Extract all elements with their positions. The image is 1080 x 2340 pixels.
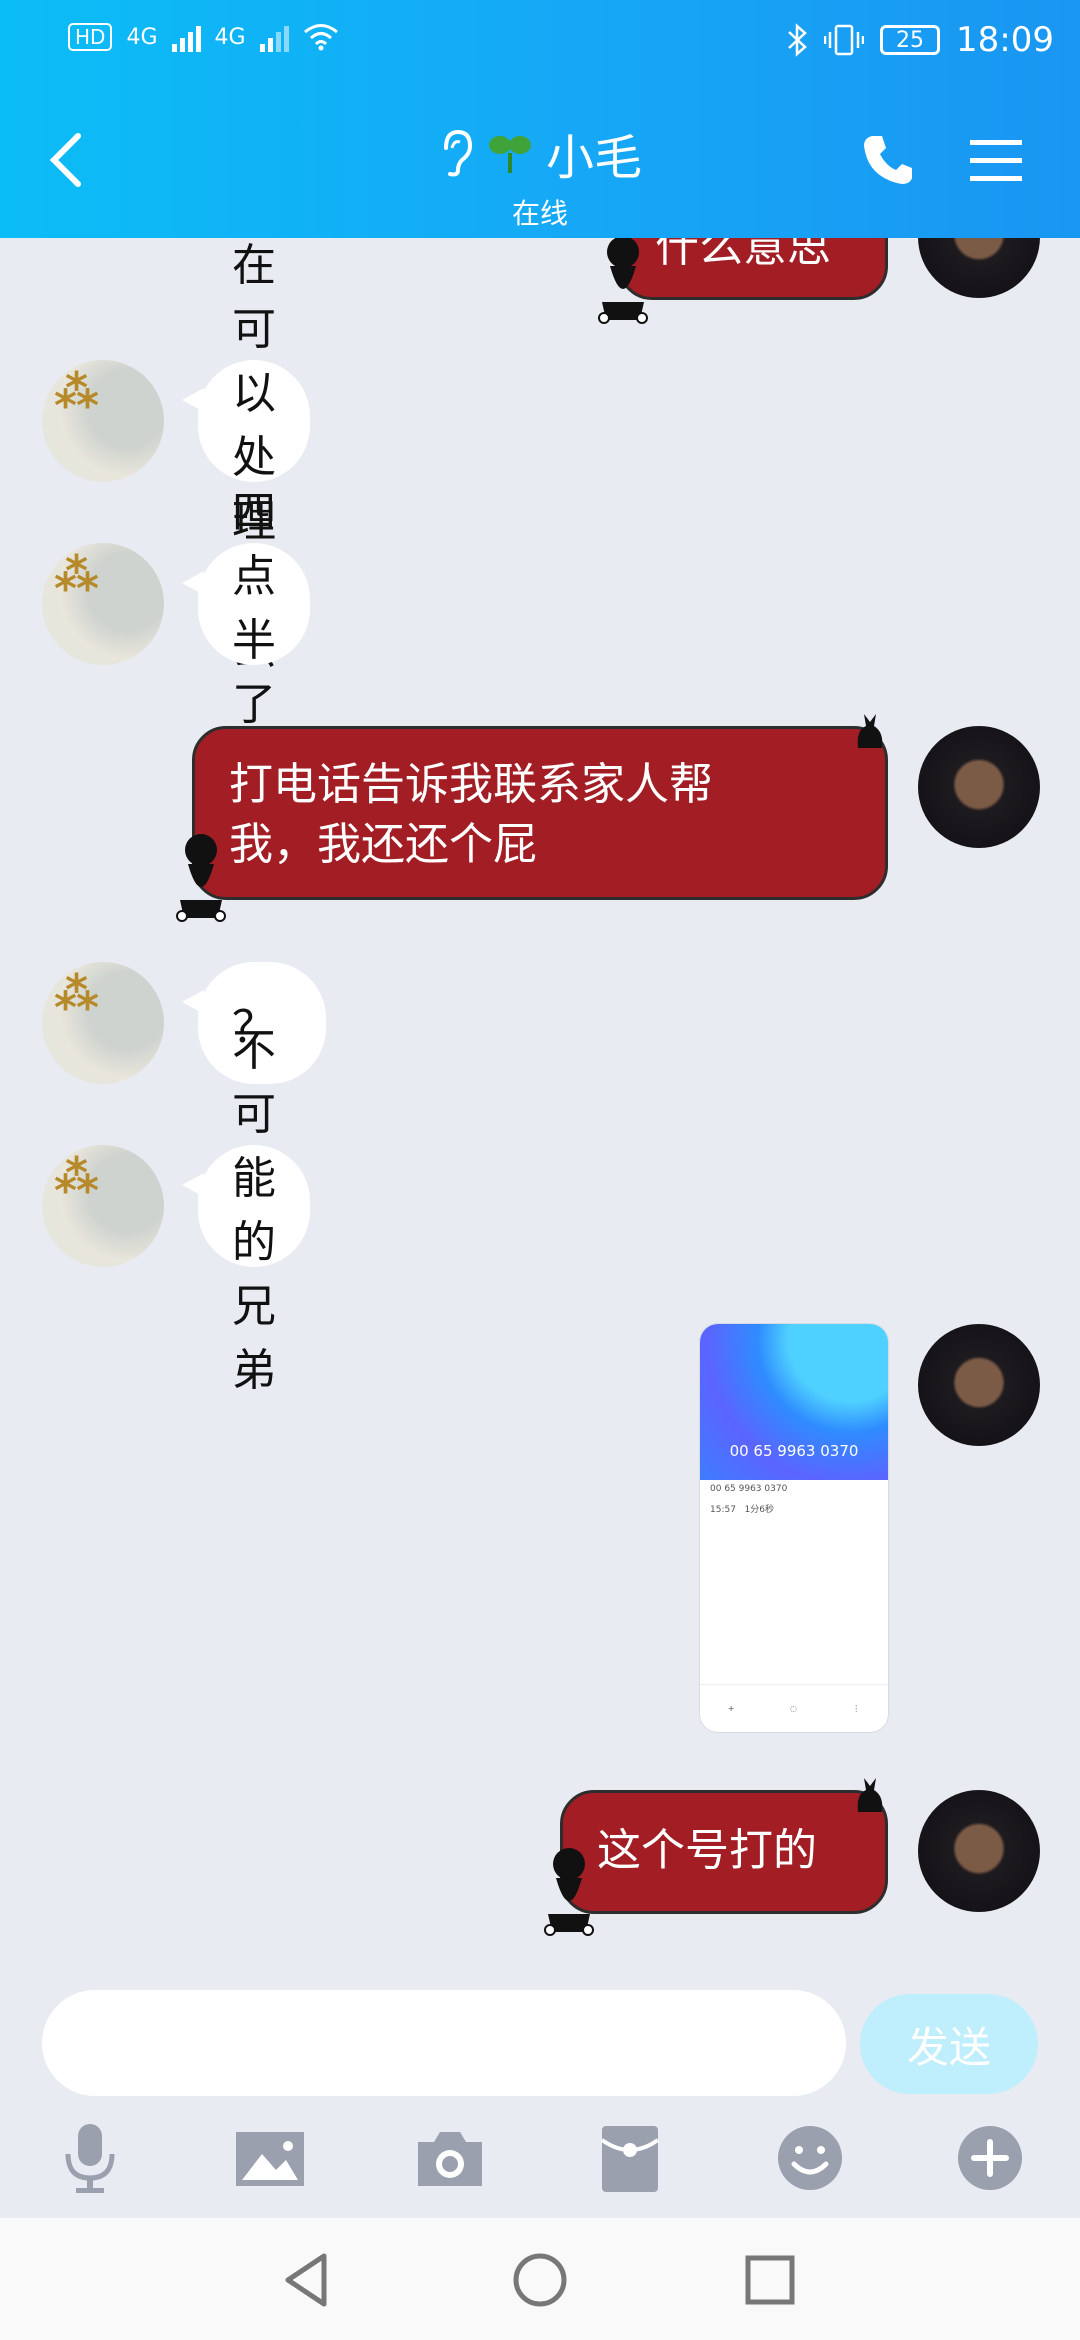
sim2-label: 4G xyxy=(214,24,246,50)
avatar-self[interactable] xyxy=(918,726,1040,848)
image-entry-time: 15:57 xyxy=(710,1505,736,1515)
send-button[interactable]: 发送 xyxy=(860,1994,1038,2094)
camera-icon[interactable] xyxy=(412,2120,488,2196)
system-nav-bar xyxy=(0,2218,1080,2340)
avatar-contact[interactable]: ⁂ xyxy=(42,1145,164,1267)
avatar-contact[interactable]: ⁂ xyxy=(42,962,164,1084)
input-toolbar xyxy=(0,2110,1080,2206)
avatar-calligraphy-icon: ⁂ xyxy=(54,367,100,418)
bubble-cat-decoration-icon xyxy=(857,1778,883,1812)
back-arrow-icon[interactable] xyxy=(42,130,90,190)
ear-icon xyxy=(443,129,472,177)
red-packet-icon[interactable] xyxy=(592,2120,668,2196)
emoji-icon[interactable] xyxy=(772,2120,848,2196)
avatar-self[interactable] xyxy=(918,1790,1040,1912)
message-bubble-received[interactable]: 不可能的兄弟 xyxy=(182,1025,310,1396)
chat-title-block[interactable]: 小毛 在线 xyxy=(360,118,720,232)
chat-header: HD 4G 4G 25 18:09 小毛 在线 xyxy=(0,0,1080,238)
signal-icon xyxy=(171,22,201,52)
bubble-cat-decoration-icon xyxy=(857,714,883,748)
image-contact-icon: ◌ xyxy=(789,1704,797,1713)
wifi-icon xyxy=(303,24,338,51)
plus-icon[interactable] xyxy=(952,2120,1028,2196)
message-bubble-received[interactable]: 四点半了 xyxy=(182,487,310,730)
image-more-icon: ⋮ xyxy=(852,1704,861,1713)
image-message[interactable]: 00 65 9963 0370 00 65 9963 0370 15:57 1分… xyxy=(700,1324,888,1732)
image-header: 00 65 9963 0370 xyxy=(700,1324,888,1480)
message-text: 不可能的兄弟 xyxy=(232,1025,276,1396)
nav-back-icon[interactable] xyxy=(278,2250,338,2310)
avatar-self[interactable] xyxy=(918,1324,1040,1446)
nav-recents-icon[interactable] xyxy=(740,2250,800,2310)
avatar-contact[interactable]: ⁂ xyxy=(42,543,164,665)
image-call-row: 00 65 9963 0370 xyxy=(700,1480,888,1498)
message-bubble-sent[interactable]: 打电话告诉我联系家人帮 我，我还还个屁 xyxy=(192,726,888,900)
hd-badge: HD xyxy=(68,23,113,51)
signal-icon-2 xyxy=(259,22,289,52)
image-bottom-bar: + ◌ ⋮ xyxy=(700,1684,888,1732)
message-bubble-received[interactable]: 现在可以处理了么 xyxy=(182,176,310,675)
battery-icon: 25 xyxy=(880,25,941,55)
bubble-girl-decoration-icon xyxy=(598,236,648,324)
avatar-contact[interactable]: ⁂ xyxy=(42,360,164,482)
microphone-icon[interactable] xyxy=(52,2120,128,2196)
status-bar: HD 4G 4G 25 18:09 xyxy=(0,0,1080,88)
image-entry-number: 00 65 9963 0370 xyxy=(710,1484,788,1494)
nav-home-icon[interactable] xyxy=(510,2250,570,2310)
bluetooth-icon xyxy=(788,23,807,57)
bubble-girl-decoration-icon xyxy=(176,834,226,922)
message-text-line-1: 打电话告诉我联系家人帮 xyxy=(229,759,713,810)
bubble-girl-decoration-icon xyxy=(544,1848,594,1936)
avatar-calligraphy-icon: ⁂ xyxy=(54,969,100,1020)
image-phone-number: 00 65 9963 0370 xyxy=(729,1442,859,1460)
menu-icon[interactable] xyxy=(968,136,1024,186)
image-icon[interactable] xyxy=(232,2120,308,2196)
image-entry-duration: 1分6秒 xyxy=(744,1505,774,1515)
online-status: 在线 xyxy=(511,197,568,230)
message-text: 这个号打的 xyxy=(597,1825,817,1876)
contact-name: 小毛 xyxy=(545,130,642,186)
avatar-calligraphy-icon: ⁂ xyxy=(54,1152,100,1203)
avatar-calligraphy-icon: ⁂ xyxy=(54,550,100,601)
clock: 18:09 xyxy=(956,20,1054,60)
sim1-label: 4G xyxy=(126,24,158,50)
send-label: 发送 xyxy=(906,2022,991,2072)
vibrate-icon xyxy=(824,24,865,56)
battery-level: 25 xyxy=(896,27,925,53)
message-text-line-2: 我，我还还个屁 xyxy=(229,819,537,870)
message-input[interactable] xyxy=(42,1990,846,2096)
message-text: 四点半了 xyxy=(232,487,276,730)
message-bubble-sent[interactable]: 这个号打的 xyxy=(560,1790,888,1914)
image-log-row: 15:57 1分6秒 xyxy=(700,1498,888,1519)
sprout-icon xyxy=(488,136,531,173)
phone-icon[interactable] xyxy=(860,132,916,188)
image-add-icon: + xyxy=(727,1704,735,1713)
